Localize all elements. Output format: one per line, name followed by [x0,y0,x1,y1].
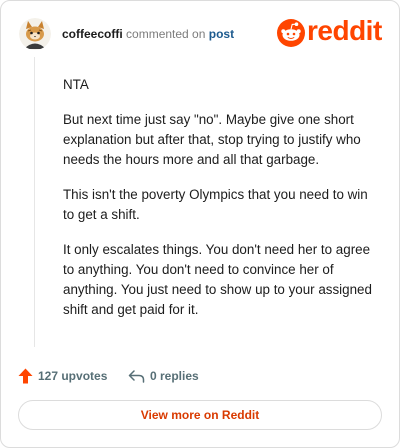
thread-line [34,57,35,347]
comment-paragraph: It only escalates things. You don't need… [63,242,372,317]
reply-arrow-icon [128,370,145,383]
comment-header: coffeecoffi commented on post reddit [19,15,383,54]
commented-on-text: commented on [126,27,206,41]
upvote-arrow-icon [18,368,33,384]
snoo-avatar-icon [19,18,51,50]
reddit-wordmark: reddit [307,15,382,46]
comment-paragraph: NTA [63,77,89,92]
comment-paragraph: But next time just say "no". Maybe give … [63,112,361,167]
comment-embed-card: coffeecoffi commented on post reddit NTA… [0,0,400,448]
post-link[interactable]: post [209,27,234,41]
comment-body: NTA But next time just say "no". Maybe g… [63,75,381,335]
reddit-logo[interactable]: reddit [277,15,383,50]
comment-paragraph: This isn't the poverty Olympics that you… [63,187,368,222]
username-link[interactable]: coffeecoffi [62,27,123,41]
comment-meta: coffeecoffi commented on post [62,27,234,41]
comment-actions: 127 upvotes 0 replies [18,366,383,386]
user-avatar[interactable] [19,18,51,50]
view-more-on-reddit-button[interactable]: View more on Reddit [18,400,382,430]
reddit-snoo-icon [277,19,305,47]
upvote-count: 127 upvotes [38,369,108,383]
reply-count: 0 replies [150,369,199,383]
upvote-button[interactable]: 127 upvotes [18,366,107,386]
reply-button[interactable]: 0 replies [128,366,199,386]
